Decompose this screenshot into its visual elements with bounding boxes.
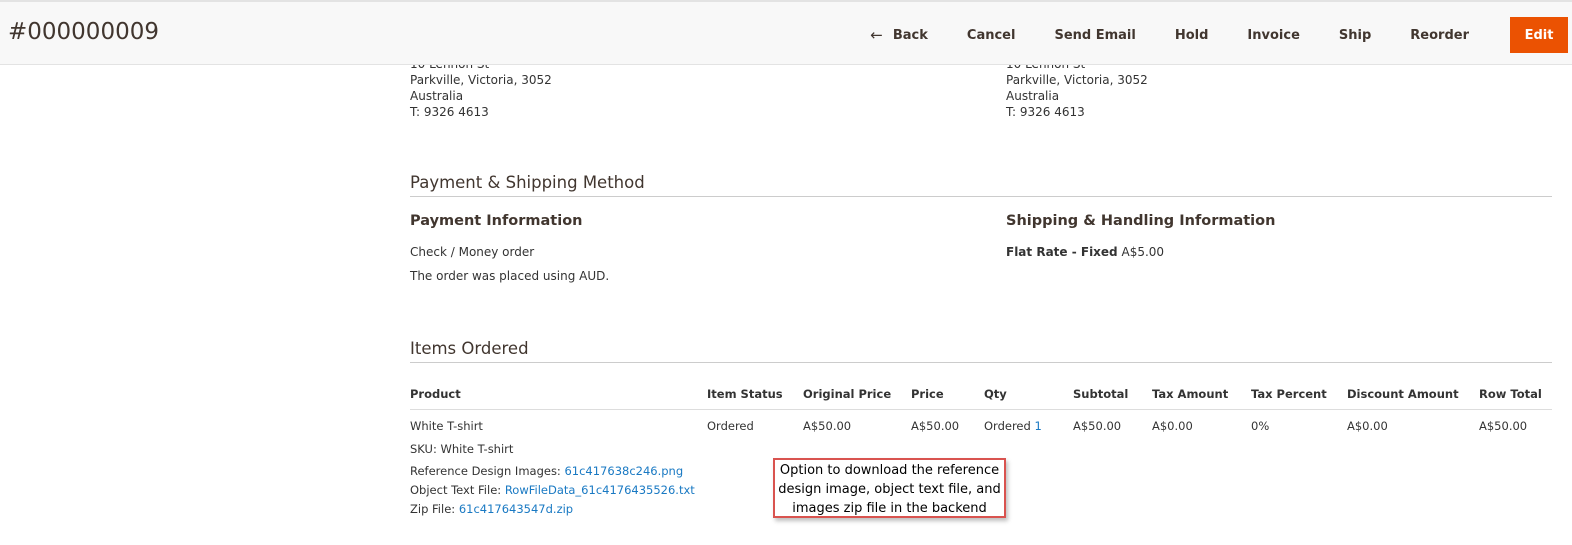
col-header-subtotal: Subtotal <box>1073 387 1129 401</box>
send-email-button[interactable]: Send Email <box>1054 28 1135 43</box>
col-header-row-total: Row Total <box>1479 387 1542 401</box>
object-text-download-link[interactable]: RowFileData_61c4176435526.txt <box>505 483 695 497</box>
cell-row-total: A$50.00 <box>1479 419 1528 433</box>
billing-phone: T: 9326 4613 <box>410 105 489 119</box>
zip-file-label: Zip File: <box>410 502 456 516</box>
items-ordered-section-title: Items Ordered <box>410 339 1552 363</box>
col-header-tax-percent: Tax Percent <box>1251 387 1327 401</box>
col-header-item-status: Item Status <box>707 387 783 401</box>
page-header: #000000009 ← Back Cancel Send Email Hold… <box>0 0 1572 65</box>
shipping-price: A$5.00 <box>1121 245 1165 259</box>
col-header-tax-amount: Tax Amount <box>1152 387 1229 401</box>
callout-line-1: Option to download the reference <box>779 463 1000 478</box>
back-button-label: Back <box>892 27 928 43</box>
cell-tax-percent: 0% <box>1251 419 1270 433</box>
col-header-original-price: Original Price <box>803 387 892 401</box>
shipping-city-line: Parkville, Victoria, 3052 <box>1006 73 1148 87</box>
invoice-button[interactable]: Invoice <box>1247 28 1299 43</box>
col-header-product: Product <box>410 387 461 401</box>
col-header-qty: Qty <box>984 387 1007 401</box>
payment-method: Check / Money order <box>410 245 535 259</box>
qty-value: 1 <box>1034 419 1042 433</box>
table-header-divider <box>410 409 1552 410</box>
callout-line-2: design image, object text file, and <box>778 482 1001 497</box>
edit-button[interactable]: Edit <box>1510 17 1568 53</box>
col-header-price: Price <box>911 387 944 401</box>
currency-note: The order was placed using AUD. <box>410 269 610 283</box>
annotation-callout: Option to download the reference design … <box>773 458 1006 518</box>
shipping-phone: T: 9326 4613 <box>1006 105 1085 119</box>
object-text-label: Object Text File: <box>410 483 502 497</box>
billing-address: 10 Lennon St Parkville, Victoria, 3052 A… <box>410 56 552 120</box>
reorder-button[interactable]: Reorder <box>1410 28 1469 43</box>
product-sku: SKU: White T-shirt <box>410 442 514 456</box>
callout-line-3: images zip file in the backend <box>792 501 987 516</box>
payment-info-title: Payment Information <box>410 213 583 229</box>
ship-button[interactable]: Ship <box>1339 28 1371 43</box>
cell-discount-amount: A$0.00 <box>1347 419 1388 433</box>
product-name: White T-shirt <box>410 419 483 433</box>
shipping-method-line: Flat Rate - Fixed A$5.00 <box>1006 245 1164 259</box>
cell-subtotal: A$50.00 <box>1073 419 1122 433</box>
cell-original-price: A$50.00 <box>803 419 852 433</box>
zip-file-line: Zip File: 61c417643547d.zip <box>410 502 573 516</box>
shipping-handling-title: Shipping & Handling Information <box>1006 213 1276 229</box>
page-actions: ← Back Cancel Send Email Hold Invoice Sh… <box>831 17 1568 53</box>
cell-price: A$50.00 <box>911 419 960 433</box>
col-header-discount-amount: Discount Amount <box>1347 387 1459 401</box>
page-title: #000000009 <box>8 19 159 45</box>
billing-city-line: Parkville, Victoria, 3052 <box>410 73 552 87</box>
ref-images-label: Reference Design Images: <box>410 464 561 478</box>
qty-label: Ordered <box>984 419 1031 433</box>
payment-shipping-section-title: Payment & Shipping Method <box>410 173 1552 197</box>
cell-tax-amount: A$0.00 <box>1152 419 1193 433</box>
zip-file-download-link[interactable]: 61c417643547d.zip <box>459 502 573 516</box>
shipping-method: Flat Rate - Fixed <box>1006 245 1118 259</box>
ref-images-download-link[interactable]: 61c417638c246.png <box>564 464 683 478</box>
cancel-button[interactable]: Cancel <box>967 28 1016 43</box>
shipping-country: Australia <box>1006 89 1060 103</box>
cell-item-status: Ordered <box>707 419 754 433</box>
back-button[interactable]: ← Back <box>870 26 928 44</box>
hold-button[interactable]: Hold <box>1175 28 1209 43</box>
arrow-left-icon: ← <box>870 26 883 44</box>
ref-images-line: Reference Design Images: 61c417638c246.p… <box>410 464 683 478</box>
cell-qty: Ordered 1 <box>984 419 1042 433</box>
shipping-address: 10 Lennon St Parkville, Victoria, 3052 A… <box>1006 56 1148 120</box>
object-text-line: Object Text File: RowFileData_61c4176435… <box>410 483 695 497</box>
billing-country: Australia <box>410 89 464 103</box>
